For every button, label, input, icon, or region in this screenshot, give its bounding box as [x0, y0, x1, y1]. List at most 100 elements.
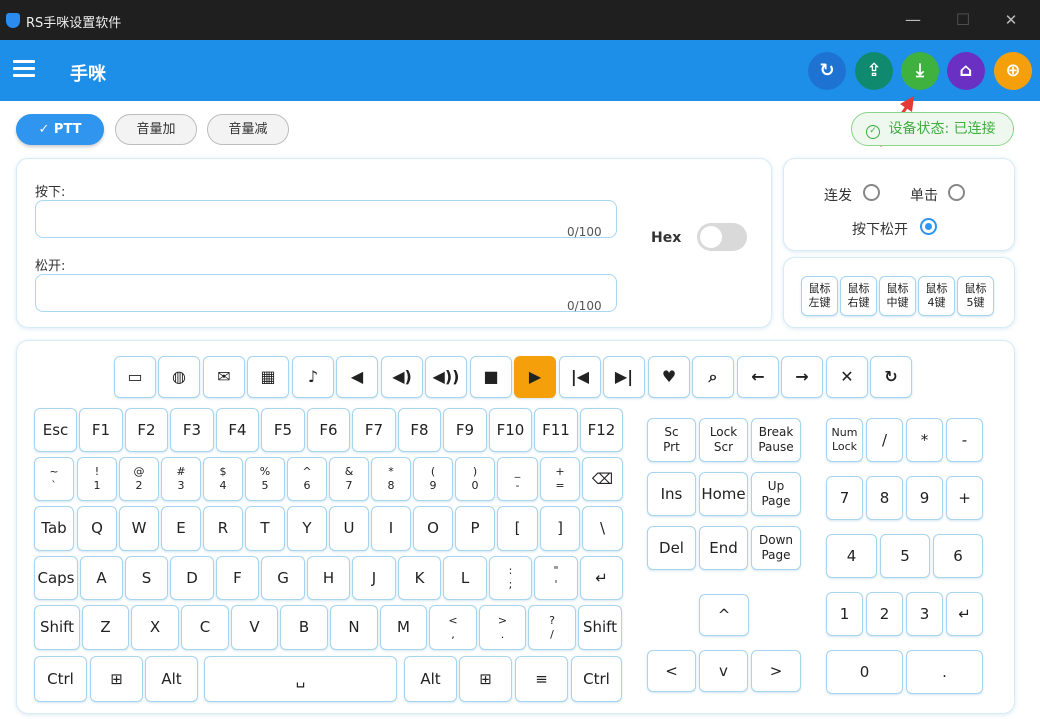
globe-key[interactable]: ◍	[158, 356, 200, 398]
key-p[interactable]: P	[455, 506, 495, 551]
tab-volume-down[interactable]: 音量减	[207, 114, 289, 145]
key-f2[interactable]: F2	[125, 408, 168, 452]
key-b[interactable]: B	[280, 605, 328, 650]
key-4[interactable]: $4	[203, 457, 243, 501]
key-f10[interactable]: F10	[489, 408, 532, 452]
stop-key[interactable]: ■	[470, 356, 512, 398]
key-caps[interactable]: Caps	[34, 556, 78, 600]
volume-mute-key[interactable]: ◀	[336, 356, 378, 398]
hamburger-menu-icon[interactable]	[13, 60, 35, 78]
key-symbol[interactable]: ⊞	[90, 656, 143, 702]
key-2[interactable]: @2	[119, 457, 159, 501]
numpad-key-8[interactable]: 8	[866, 476, 903, 520]
key-symbol[interactable]: ]	[540, 506, 580, 551]
key-a[interactable]: A	[80, 556, 123, 600]
key-e[interactable]: E	[161, 506, 201, 551]
key-f1[interactable]: F1	[79, 408, 123, 452]
key-j[interactable]: J	[352, 556, 396, 600]
numpad-key-5[interactable]: 5	[880, 534, 930, 578]
press-release-radio[interactable]	[920, 218, 937, 235]
numpad-key-symbol[interactable]: +	[946, 476, 983, 520]
volume-down-key[interactable]: ◀)	[381, 356, 423, 398]
numpad-key-symbol[interactable]: *	[906, 418, 943, 462]
download-button[interactable]: ⤓	[901, 52, 939, 90]
numpad-key-symbol[interactable]: -	[946, 418, 983, 462]
key-symbol[interactable]: ~ `	[34, 457, 74, 501]
key-ctrl[interactable]: Ctrl	[571, 656, 622, 702]
play-key[interactable]: ▶	[514, 356, 556, 398]
numpad-key-symbol[interactable]: /	[866, 418, 903, 462]
key-symbol[interactable]: ⊞	[459, 656, 512, 702]
key-o[interactable]: O	[413, 506, 453, 551]
key-symbol[interactable]: \	[582, 506, 623, 551]
nav-key-symbol[interactable]: >	[751, 650, 801, 692]
release-input[interactable]	[35, 274, 617, 312]
close-button[interactable]: ✕	[996, 8, 1026, 32]
key-symbol[interactable]: ↵	[580, 556, 623, 600]
key-symbol[interactable]: ⌫	[582, 457, 623, 501]
key-y[interactable]: Y	[287, 506, 327, 551]
nav-key-break-pause[interactable]: Break Pause	[751, 418, 801, 462]
key-7[interactable]: & 7	[329, 457, 369, 501]
numpad-key-num-lock[interactable]: Num Lock	[826, 418, 863, 462]
key-6[interactable]: ^ 6	[287, 457, 327, 501]
key-c[interactable]: C	[181, 605, 229, 650]
nav-key-down-page[interactable]: Down Page	[751, 526, 801, 570]
key-shift[interactable]: Shift	[578, 605, 622, 650]
key-symbol[interactable]: ? /	[528, 605, 576, 650]
music-key[interactable]: ♪	[292, 356, 334, 398]
key-symbol[interactable]: + =	[540, 457, 580, 501]
key-f7[interactable]: F7	[352, 408, 396, 452]
key-z[interactable]: Z	[82, 605, 129, 650]
key-3[interactable]: #3	[161, 457, 201, 501]
laptop-key[interactable]: ▭	[114, 356, 156, 398]
key-f9[interactable]: F9	[443, 408, 487, 452]
search-key[interactable]: ⌕	[692, 356, 734, 398]
mail-key[interactable]: ✉	[203, 356, 245, 398]
key-q[interactable]: Q	[77, 506, 117, 551]
key-shift[interactable]: Shift	[34, 605, 80, 650]
key-f12[interactable]: F12	[580, 408, 623, 452]
clean-button[interactable]: ⌂	[947, 52, 985, 90]
numpad-key-4[interactable]: 4	[826, 534, 877, 578]
mouse-key-3[interactable]: 鼠标 中键	[879, 276, 916, 316]
mouse-key-1[interactable]: 鼠标 左键	[801, 276, 838, 316]
key-5[interactable]: % 5	[245, 457, 285, 501]
key-r[interactable]: R	[203, 506, 243, 551]
key-8[interactable]: * 8	[371, 457, 411, 501]
key-esc[interactable]: Esc	[34, 408, 77, 452]
numpad-key-7[interactable]: 7	[826, 476, 863, 520]
numpad-key-symbol[interactable]: ↵	[946, 592, 983, 636]
key-9[interactable]: (9	[413, 457, 453, 501]
next-key[interactable]: ▶|	[603, 356, 645, 398]
key-f8[interactable]: F8	[398, 408, 441, 452]
key-f5[interactable]: F5	[261, 408, 305, 452]
nav-key-home[interactable]: Home	[699, 472, 748, 516]
key-g[interactable]: G	[261, 556, 305, 600]
tab-volume-up[interactable]: 音量加	[115, 114, 197, 145]
key-v[interactable]: V	[231, 605, 278, 650]
nav-key-symbol[interactable]: ^	[699, 594, 749, 636]
nav-key-symbol[interactable]: <	[647, 650, 696, 692]
volume-up-key[interactable]: ◀))	[425, 356, 467, 398]
key-u[interactable]: U	[329, 506, 369, 551]
key-0[interactable]: ) 0	[455, 457, 495, 501]
key-tab[interactable]: Tab	[34, 506, 74, 551]
key-h[interactable]: H	[307, 556, 350, 600]
key-symbol[interactable]: >.	[479, 605, 526, 650]
nav-key-v[interactable]: v	[699, 650, 748, 692]
globe-button[interactable]: ⊕	[994, 52, 1032, 90]
refresh-button[interactable]: ↻	[808, 52, 846, 90]
press-input[interactable]	[35, 200, 617, 238]
key-k[interactable]: K	[398, 556, 441, 600]
key-ctrl[interactable]: Ctrl	[34, 656, 87, 702]
key-d[interactable]: D	[170, 556, 214, 600]
key-f11[interactable]: F11	[534, 408, 578, 452]
key-symbol[interactable]: <,	[429, 605, 477, 650]
key-n[interactable]: N	[330, 605, 378, 650]
nav-key-end[interactable]: End	[699, 526, 748, 570]
single-radio[interactable]	[948, 184, 965, 201]
key-i[interactable]: I	[371, 506, 411, 551]
calculator-key[interactable]: ▦	[247, 356, 289, 398]
numpad-key-2[interactable]: 2	[866, 592, 903, 636]
